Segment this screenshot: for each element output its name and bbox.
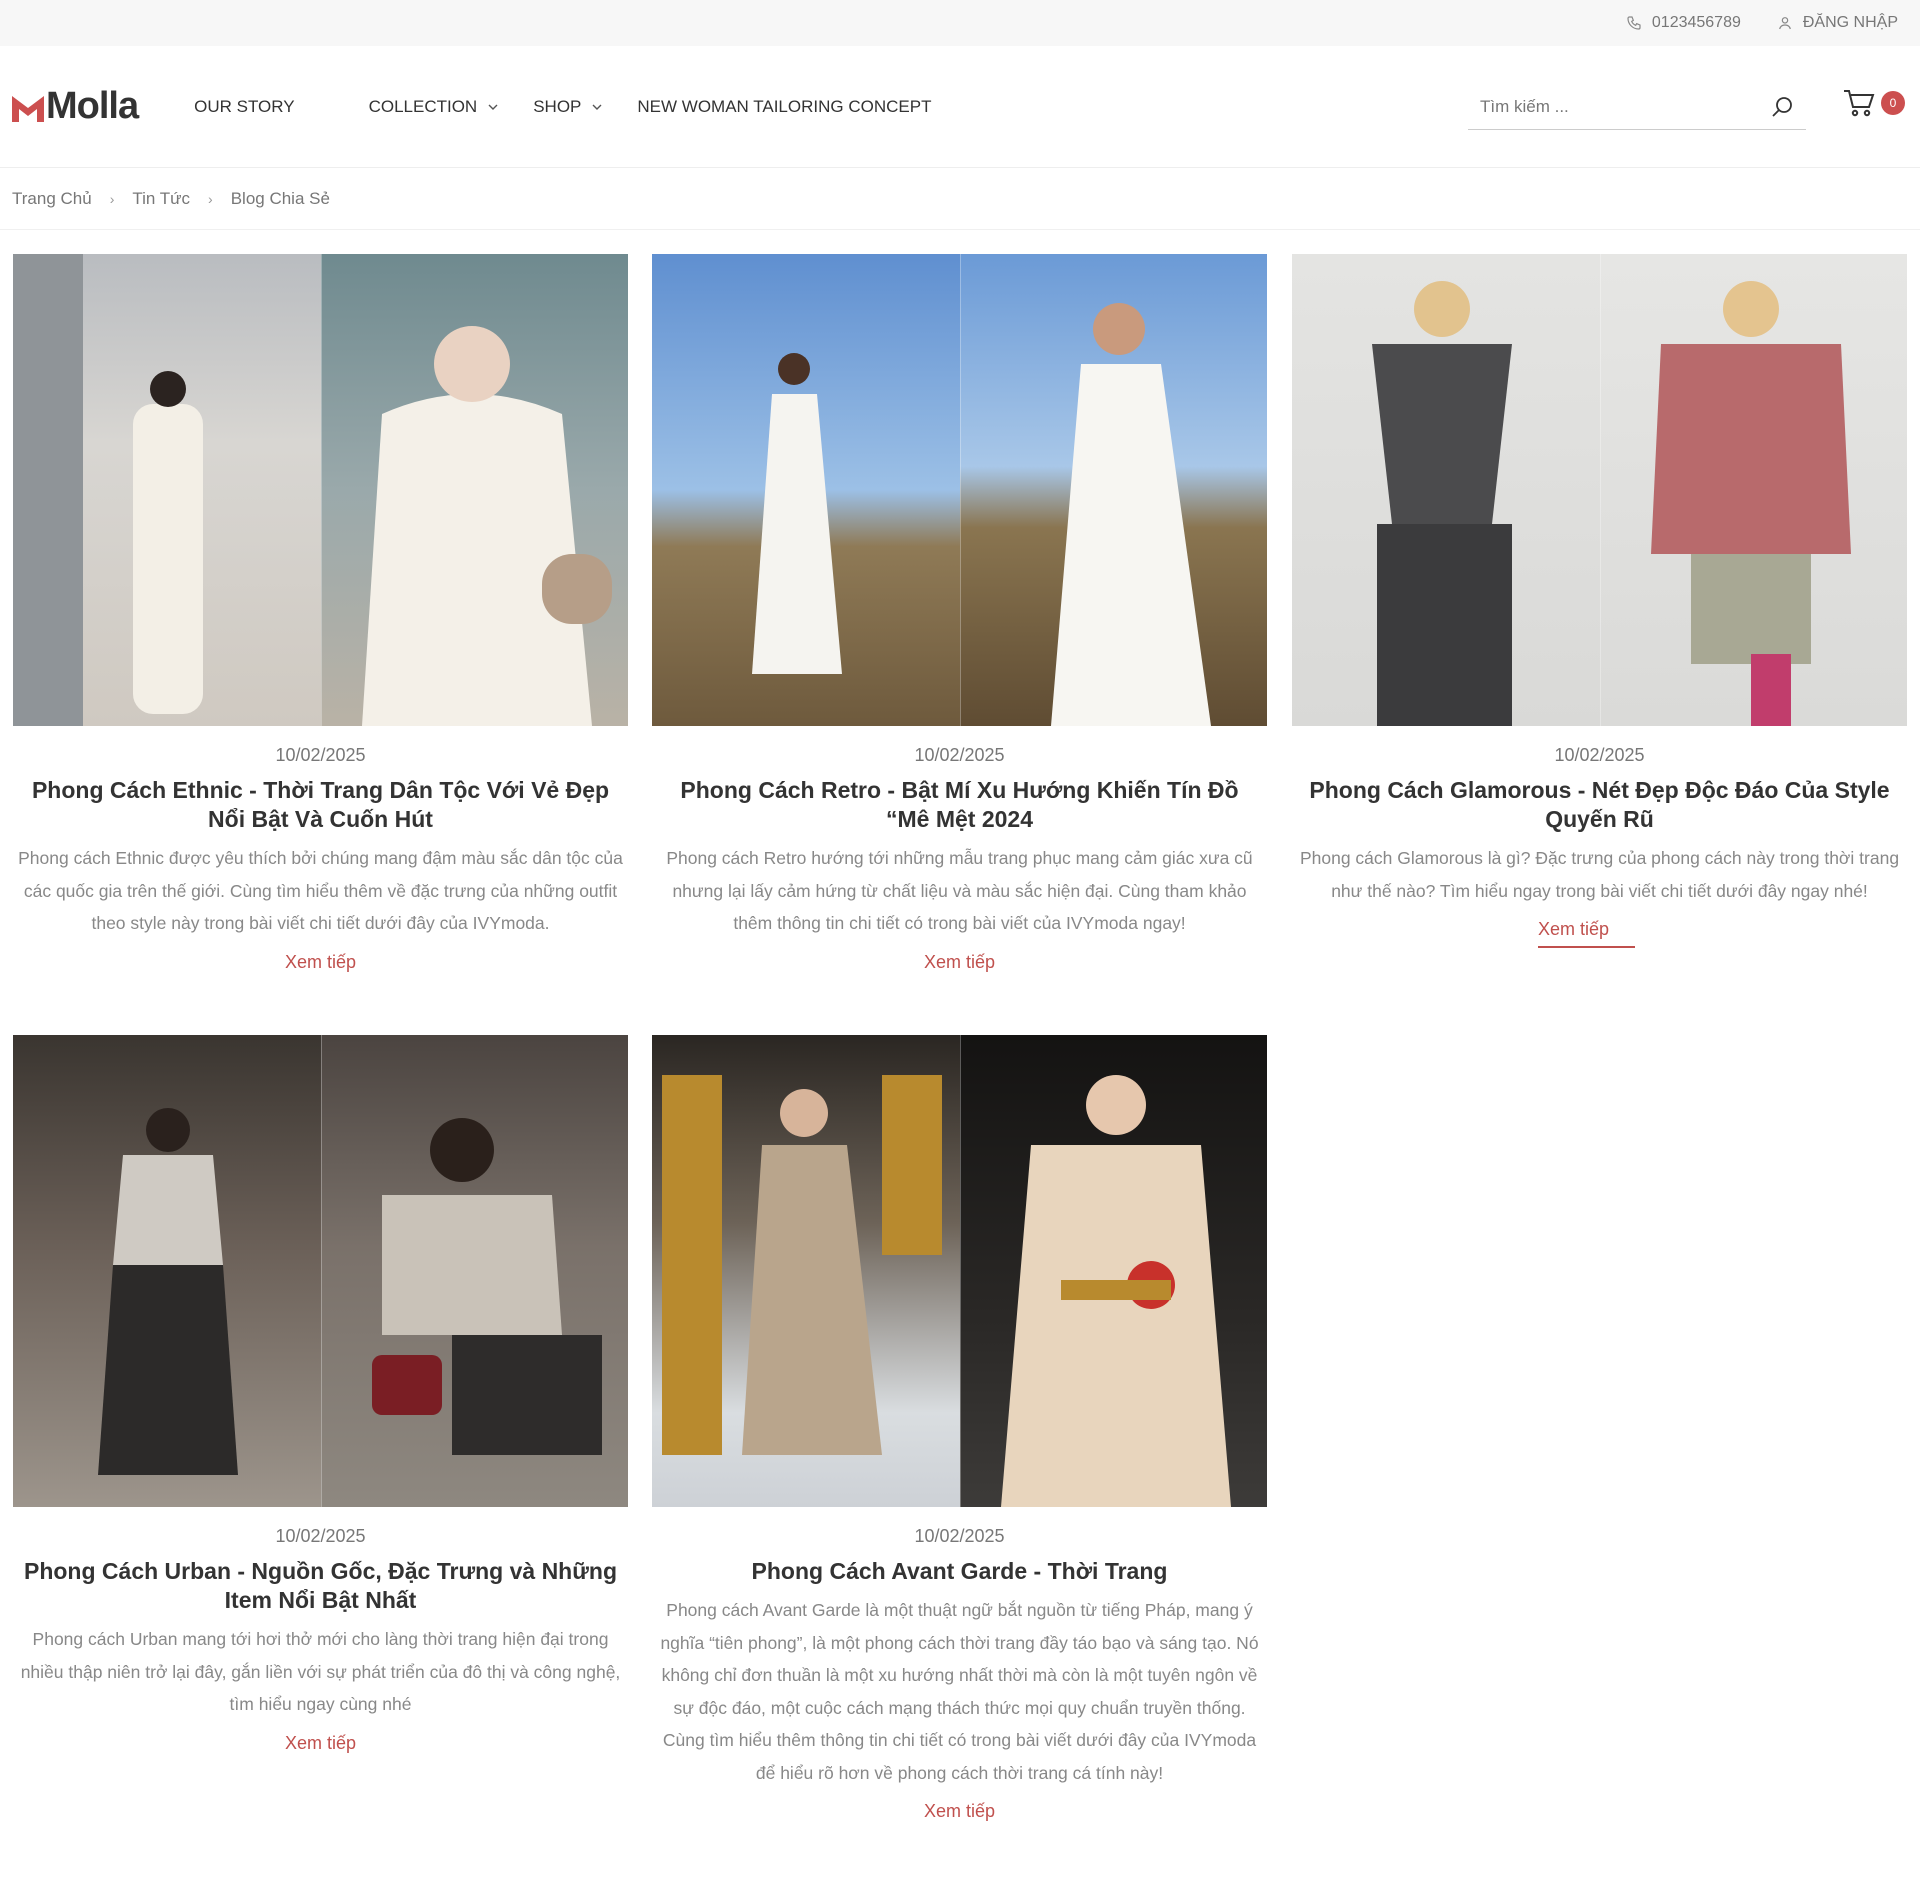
phone-icon bbox=[1627, 16, 1641, 30]
post-excerpt: Phong cách Retro hướng tới những mẫu tra… bbox=[666, 848, 1253, 933]
logo-mark-icon bbox=[12, 95, 44, 122]
post-card: 10/02/2025 Phong Cách Retro - Bật Mí Xu … bbox=[652, 254, 1267, 979]
logo-text: Molla bbox=[46, 85, 139, 127]
photo-left bbox=[13, 254, 321, 726]
nav-collection[interactable]: COLLECTION bbox=[369, 97, 500, 117]
post-card: 10/02/2025 Phong Cách Glamorous - Nét Đẹ… bbox=[1292, 254, 1907, 948]
post-thumbnail[interactable] bbox=[1292, 254, 1907, 726]
post-card: 10/02/2025 Phong Cách Urban - Nguồn Gốc,… bbox=[13, 1035, 628, 1760]
breadcrumb-current: Blog Chia Sẻ bbox=[230, 188, 330, 208]
cart-button[interactable]: 0 bbox=[1843, 88, 1905, 118]
post-excerpt: Phong cách Urban mang tới hơi thở mới ch… bbox=[20, 1629, 621, 1714]
breadcrumb: Trang Chủ › Tin Tức › Blog Chia Sẻ bbox=[0, 168, 1920, 230]
post-title[interactable]: Phong Cách Ethnic - Thời Trang Dân Tộc V… bbox=[13, 776, 628, 834]
phone-link[interactable]: 0123456789 bbox=[1626, 14, 1741, 32]
nav-label: OUR STORY bbox=[194, 96, 295, 116]
chevron-down-icon bbox=[592, 104, 602, 110]
chevron-right-icon: › bbox=[208, 190, 213, 207]
nav-shop[interactable]: SHOP bbox=[533, 97, 603, 117]
post-title[interactable]: Phong Cách Glamorous - Nét Đẹp Độc Đáo C… bbox=[1292, 776, 1907, 834]
post-excerpt: Phong cách Avant Garde là một thuật ngữ … bbox=[660, 1600, 1259, 1783]
post-thumbnail[interactable] bbox=[652, 254, 1267, 726]
post-thumbnail[interactable] bbox=[13, 254, 628, 726]
cart-count-badge: 0 bbox=[1881, 91, 1905, 115]
post-title[interactable]: Phong Cách Retro - Bật Mí Xu Hướng Khiến… bbox=[652, 776, 1267, 834]
post-title[interactable]: Phong Cách Avant Garde - Thời Trang bbox=[652, 1557, 1267, 1586]
phone-number: 0123456789 bbox=[1651, 14, 1741, 31]
chevron-right-icon: › bbox=[109, 190, 115, 207]
top-bar: 0123456789 ĐĂNG NHẬP bbox=[0, 0, 1920, 46]
logo[interactable]: Molla bbox=[12, 85, 139, 128]
user-icon bbox=[1778, 17, 1791, 30]
cart-icon bbox=[1844, 90, 1875, 117]
read-more-link[interactable]: Xem tiếp bbox=[1537, 919, 1636, 948]
chevron-down-icon bbox=[488, 104, 498, 110]
post-thumbnail[interactable] bbox=[13, 1035, 628, 1507]
post-excerpt: Phong cách Ethnic được yêu thích bởi chú… bbox=[18, 848, 623, 933]
breadcrumb-home[interactable]: Trang Chủ bbox=[12, 189, 92, 209]
post-date: 10/02/2025 bbox=[914, 1526, 1005, 1546]
post-thumbnail[interactable] bbox=[652, 1035, 1267, 1507]
login-link[interactable]: ĐĂNG NHẬP bbox=[1777, 14, 1898, 32]
read-more-link[interactable]: Xem tiếp bbox=[924, 952, 995, 979]
post-title[interactable]: Phong Cách Urban - Nguồn Gốc, Đặc Trưng … bbox=[13, 1557, 628, 1615]
photo-left bbox=[13, 1035, 321, 1507]
main-nav: OUR STORY COLLECTION SHOP NEW WOMAN TAIL… bbox=[194, 97, 965, 117]
post-date: 10/02/2025 bbox=[275, 745, 366, 765]
post-date: 10/02/2025 bbox=[275, 1526, 366, 1546]
nav-our-story[interactable]: OUR STORY bbox=[194, 97, 294, 117]
search-icon[interactable] bbox=[1770, 95, 1794, 119]
photo-right bbox=[959, 1035, 1267, 1507]
breadcrumb-news[interactable]: Tin Tức bbox=[132, 189, 190, 209]
nav-label: COLLECTION bbox=[368, 96, 478, 116]
post-date: 10/02/2025 bbox=[1554, 745, 1645, 765]
login-label: ĐĂNG NHẬP bbox=[1802, 14, 1898, 31]
photo-left bbox=[652, 1035, 960, 1507]
nav-label: NEW WOMAN TAILORING CONCEPT bbox=[637, 96, 932, 116]
search-box bbox=[1468, 84, 1806, 130]
read-more-link[interactable]: Xem tiếp bbox=[285, 952, 356, 979]
read-more-link[interactable]: Xem tiếp bbox=[285, 1733, 356, 1760]
post-excerpt: Phong cách Glamorous là gì? Đặc trưng củ… bbox=[1299, 848, 1900, 901]
site-header: Molla OUR STORY COLLECTION SHOP NEW WOMA… bbox=[0, 46, 1920, 168]
post-date: 10/02/2025 bbox=[914, 745, 1005, 765]
photo-right bbox=[959, 254, 1267, 726]
read-more-link[interactable]: Xem tiếp bbox=[924, 1801, 995, 1828]
post-card: 10/02/2025 Phong Cách Ethnic - Thời Tran… bbox=[13, 254, 628, 979]
photo-right bbox=[320, 1035, 628, 1507]
nav-label: SHOP bbox=[533, 96, 582, 116]
nav-new-woman-tailoring[interactable]: NEW WOMAN TAILORING CONCEPT bbox=[637, 97, 931, 117]
photo-right bbox=[1599, 254, 1907, 726]
photo-left bbox=[652, 254, 960, 726]
search-input[interactable] bbox=[1480, 96, 1740, 117]
photo-right bbox=[320, 254, 628, 726]
photo-left bbox=[1292, 254, 1600, 726]
post-card: 10/02/2025 Phong Cách Avant Garde - Thời… bbox=[652, 1035, 1267, 1828]
